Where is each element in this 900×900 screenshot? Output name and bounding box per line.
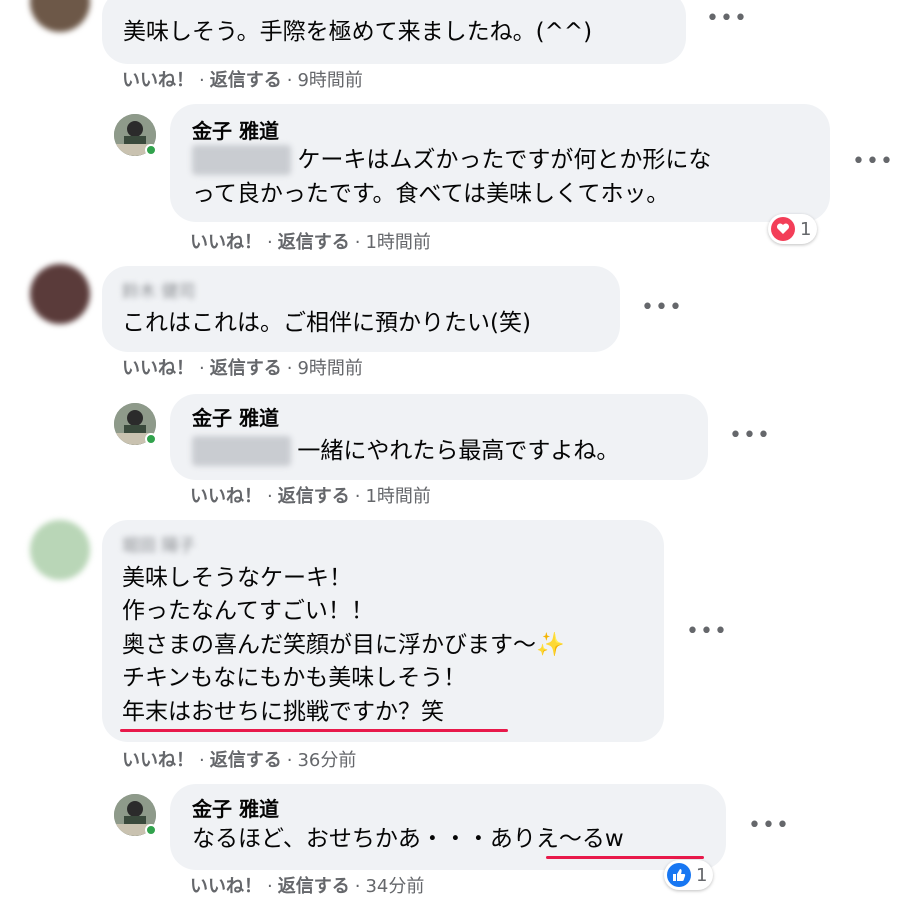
comment-text: なるほど、おせちかあ・・・ありえ～るw [192,826,624,852]
separator-dot: · [286,70,293,91]
timestamp[interactable]: 9時間前 [297,70,362,91]
like-link[interactable]: いいね！ [190,876,262,897]
online-status-icon [145,824,157,836]
separator-dot: · [267,486,273,507]
comment-author[interactable]: 堀田 陽子 [122,534,195,558]
reply-link[interactable]: 返信する [210,750,282,771]
timestamp[interactable]: 1時間前 [365,486,430,507]
red-underline-annotation [546,856,704,859]
comment-text: これはこれは。ご相伴に預かりたい(笑) [122,310,531,336]
more-options-icon[interactable]: ••• [641,297,683,319]
reaction-badge[interactable]: 1 [664,860,714,890]
mention-tag[interactable]: 田中 和則 [192,145,292,175]
comment-text-line-2: って良かったです。食べては美味しくてホッ。 [192,181,670,207]
like-link[interactable]: いいね！ [122,358,194,379]
like-link[interactable]: いいね！ [190,486,262,507]
like-link[interactable]: いいね！ [122,70,194,91]
comment-text-line-1: 一緒にやれたら最高ですよね。 [297,438,620,464]
reply-link[interactable]: 返信する [278,876,350,897]
separator-dot: · [354,486,361,507]
separator-dot: · [199,750,205,771]
thumbs-up-icon [667,863,691,887]
separator-dot: · [286,750,293,771]
like-link[interactable]: いいね！ [122,750,194,771]
comment-author[interactable]: 金子 雅道 [192,797,279,821]
avatar[interactable] [30,0,90,32]
separator-dot: · [199,70,205,91]
comment-actions: いいね！ · 返信する · 1時間前 [190,486,431,508]
reply-link[interactable]: 返信する [210,358,282,379]
comment-text: 田中 和則ケーキはムズかったですが何とか形にな [192,145,711,175]
reply-link[interactable]: 返信する [278,486,350,507]
more-options-icon[interactable]: ••• [852,151,894,173]
more-options-icon[interactable]: ••• [706,8,748,30]
online-status-icon [145,144,157,156]
separator-dot: · [267,876,273,897]
sparkles-icon: ✨ [536,632,565,658]
comment-actions: いいね！ · 返信する · 9時間前 [122,358,363,380]
separator-dot: · [354,232,361,253]
reaction-count: 1 [696,864,708,886]
comment-text: 美味しそう。手際を極めて来ましたね。(^^) [123,19,593,45]
separator-dot: · [354,876,361,897]
like-link[interactable]: いいね！ [190,232,262,253]
separator-dot: · [199,358,205,379]
comment-actions: いいね！ · 返信する · 34分前 [190,876,424,898]
red-underline-annotation [120,729,508,732]
heart-icon [771,217,795,241]
mention-tag[interactable]: 鈴木 健司 [192,436,292,466]
online-status-icon [145,433,157,445]
reply-link[interactable]: 返信する [210,70,282,91]
reaction-count: 1 [800,218,812,240]
reply-link[interactable]: 返信する [278,232,350,253]
comment-actions: いいね！ · 返信する · 9時間前 [122,70,363,92]
avatar[interactable] [30,520,90,580]
timestamp[interactable]: 34分前 [365,876,424,897]
reaction-badge[interactable]: 1 [768,214,818,244]
separator-dot: · [267,232,273,253]
comment-author[interactable]: 金子 雅道 [192,406,279,430]
comment-text-line-5: 年末はおせちに挑戦ですか？笑 [122,699,444,725]
comment-text-line-3-text: 奥さまの喜んだ笑顔が目に浮かびます～ [122,632,536,658]
more-options-icon[interactable]: ••• [729,425,771,447]
comment-author[interactable]: 鈴木 健司 [122,280,195,304]
comment-actions: いいね！ · 返信する · 1時間前 [190,232,431,254]
comment-text-line-2: 作ったなんてすごい！！ [122,598,374,624]
comment-text-line-1: 美味しそうなケーキ！ [122,565,352,591]
timestamp[interactable]: 1時間前 [365,232,430,253]
avatar[interactable] [30,264,90,324]
timestamp[interactable]: 9時間前 [297,358,362,379]
comment-text-line-4: チキンもなにもかも美味しそう！ [122,665,467,691]
timestamp[interactable]: 36分前 [297,750,356,771]
comment-author[interactable]: 金子 雅道 [192,119,279,143]
more-options-icon[interactable]: ••• [686,621,728,643]
more-options-icon[interactable]: ••• [748,815,790,837]
comment-text-line-3: 奥さまの喜んだ笑顔が目に浮かびます～✨ [122,630,565,660]
comment-text: 鈴木 健司一緒にやれたら最高ですよね。 [192,436,619,466]
separator-dot: · [286,358,293,379]
comment-actions: いいね！ · 返信する · 36分前 [122,750,356,772]
comment-text-line-1: ケーキはムズかったですが何とか形にな [297,147,712,173]
